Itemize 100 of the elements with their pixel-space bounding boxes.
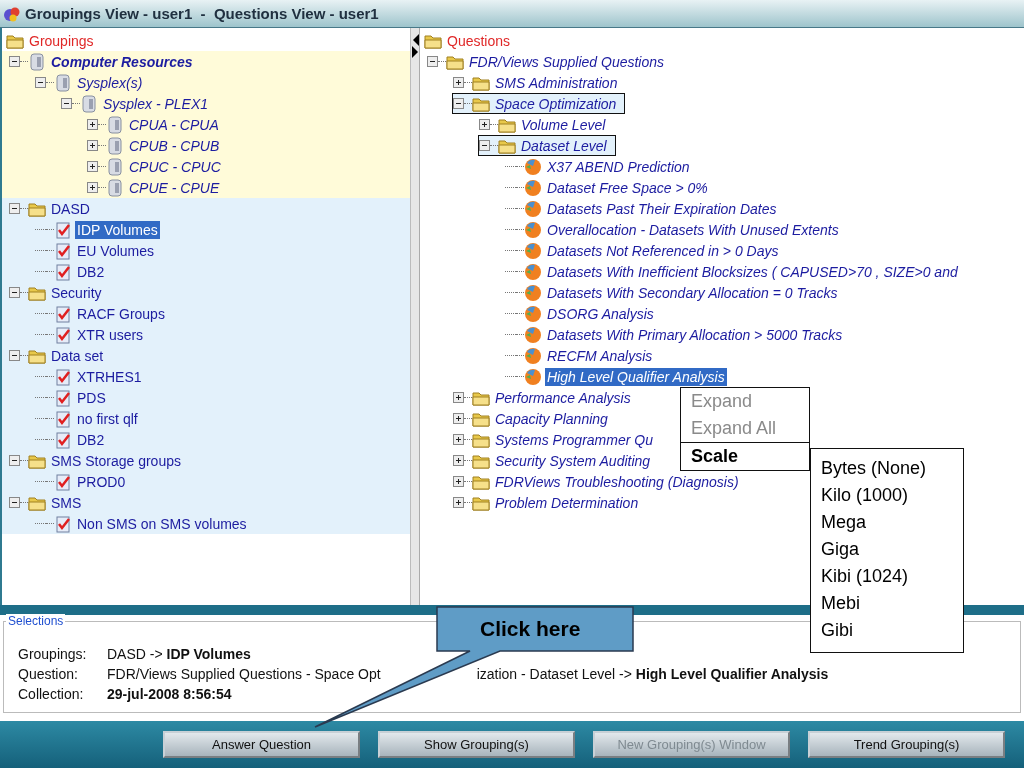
tree-item[interactable]: no first qlf (75, 409, 140, 428)
expand-icon[interactable] (453, 413, 464, 424)
server-icon (80, 94, 98, 113)
splitter-handle[interactable] (411, 28, 420, 605)
tree-item[interactable]: PDS (75, 388, 108, 407)
collapse-icon[interactable] (9, 455, 20, 466)
collapse-icon[interactable] (9, 497, 20, 508)
tree-item[interactable]: FDR/Views Supplied Questions (467, 52, 667, 71)
tree-item[interactable]: XTRHES1 (75, 367, 144, 386)
expand-icon[interactable] (453, 77, 464, 88)
tree-item[interactable]: RECFM Analysis (545, 346, 655, 365)
expand-icon[interactable] (453, 497, 464, 508)
expand-icon[interactable] (453, 476, 464, 487)
tree-item[interactable]: Capacity Planning (493, 409, 610, 428)
toolbar-button[interactable]: Trend Grouping(s) (808, 731, 1005, 758)
tree-item[interactable]: Datasets With Inefficient Blocksizes ( CAPUSED>70 , SIZE>0 and (545, 262, 960, 281)
expand-icon[interactable] (453, 434, 464, 445)
collapse-arrows-icon[interactable] (411, 32, 419, 60)
collapse-icon[interactable] (479, 140, 490, 151)
tree-item[interactable]: Dataset Free Space > 0% (545, 178, 710, 197)
expand-icon[interactable] (87, 161, 98, 172)
globe-icon (524, 157, 542, 176)
tree-item[interactable]: Sysplex - PLEX1 (101, 94, 211, 113)
toolbar-button[interactable]: Show Grouping(s) (378, 731, 575, 758)
globe-icon (524, 346, 542, 365)
expand-icon[interactable] (479, 119, 490, 130)
selection-label: Collection: (18, 686, 85, 702)
tree-item[interactable]: Systems Programmer Qu (493, 430, 655, 449)
tree-item[interactable]: DASD (49, 199, 92, 218)
tree-item[interactable]: Overallocation - Datasets With Unused Extents (545, 220, 841, 239)
collapse-icon[interactable] (427, 56, 438, 67)
tree-item[interactable]: DB2 (75, 262, 107, 281)
menu-item[interactable]: Gibi (821, 617, 963, 644)
tree-item[interactable]: XTR users (75, 325, 146, 344)
server-icon (54, 73, 72, 92)
tree-item[interactable]: Data set (49, 346, 106, 365)
tree-item[interactable]: CPUB - CPUB (127, 136, 222, 155)
globe-icon (524, 325, 542, 344)
menu-item[interactable]: Mega (821, 509, 963, 536)
tree-item[interactable]: Non SMS on SMS volumes (75, 514, 249, 533)
tree-item[interactable]: SMS Administration (493, 73, 620, 92)
tree-item[interactable]: Sysplex(s) (75, 73, 145, 92)
tree-item[interactable]: Performance Analysis (493, 388, 633, 407)
globe-icon (524, 220, 542, 239)
menu-item[interactable]: Kibi (1024) (821, 563, 963, 590)
tree-item[interactable]: DSORG Analysis (545, 304, 656, 323)
tree-item[interactable]: Datasets With Secondary Allocation = 0 Tracks (545, 283, 840, 302)
tree-item[interactable]: Datasets With Primary Allocation > 5000 Tracks (545, 325, 845, 344)
expand-icon[interactable] (453, 392, 464, 403)
expand-icon[interactable] (87, 119, 98, 130)
collapse-icon[interactable] (453, 98, 464, 109)
tree-item[interactable]: IDP Volumes (75, 220, 160, 239)
collapse-icon[interactable] (9, 56, 20, 67)
collapse-icon[interactable] (9, 203, 20, 214)
tree-item[interactable]: Groupings (27, 31, 96, 50)
tree-item[interactable]: Datasets Past Their Expiration Dates (545, 199, 779, 218)
tree-item[interactable]: CPUC - CPUC (127, 157, 223, 176)
tree-item[interactable]: Questions (445, 31, 513, 50)
tree-item[interactable]: SMS Storage groups (49, 451, 183, 470)
menu-item[interactable]: Mebi (821, 590, 963, 617)
expand-icon[interactable] (87, 140, 98, 151)
collapse-icon[interactable] (61, 98, 72, 109)
tree-item[interactable]: DB2 (75, 430, 107, 449)
selection-label: Question: (18, 666, 79, 682)
tree-item[interactable]: Datasets Not Referenced in > 0 Days (545, 241, 781, 260)
server-icon (106, 136, 124, 155)
tree-item[interactable]: Security System Auditing (493, 451, 653, 470)
server-icon (106, 115, 124, 134)
expand-icon[interactable] (87, 182, 98, 193)
collapse-icon[interactable] (35, 77, 46, 88)
tree-item[interactable]: SMS (49, 493, 84, 512)
menu-item[interactable]: Scale (681, 442, 809, 470)
tree-item[interactable]: EU Volumes (75, 241, 157, 260)
tree-item[interactable]: Security (49, 283, 104, 302)
server-icon (106, 178, 124, 197)
tree-item[interactable]: CPUE - CPUE (127, 178, 222, 197)
menu-item[interactable]: Bytes (None) (821, 455, 963, 482)
globe-icon (524, 304, 542, 323)
server-icon (28, 52, 46, 71)
callout-text: Click here (480, 617, 581, 641)
tree-item[interactable]: RACF Groups (75, 304, 167, 323)
expand-icon[interactable] (453, 455, 464, 466)
tree-item[interactable]: CPUA - CPUA (127, 115, 221, 134)
globe-icon (524, 283, 542, 302)
globe-icon (524, 199, 542, 218)
menu-item[interactable]: Giga (821, 536, 963, 563)
tree-item[interactable]: FDRViews Troubleshooting (Diagnosis) (493, 472, 741, 491)
tree-item[interactable]: Problem Determination (493, 493, 641, 512)
tree-item[interactable]: Volume Level (519, 115, 608, 134)
selection-value: 29-jul-2008 8:56:54 (107, 686, 232, 702)
globe-icon (524, 367, 542, 386)
menu-item[interactable]: Kilo (1000) (821, 482, 963, 509)
tree-item[interactable]: PROD0 (75, 472, 128, 491)
collapse-icon[interactable] (9, 287, 20, 298)
tree-item[interactable]: High Level Qualifier Analysis (545, 367, 727, 386)
tree-item[interactable]: X37 ABEND Prediction (545, 157, 692, 176)
globe-icon (524, 241, 542, 260)
toolbar-button[interactable]: Answer Question (163, 731, 360, 758)
collapse-icon[interactable] (9, 350, 20, 361)
tree-item[interactable]: Computer Resources (49, 52, 195, 71)
